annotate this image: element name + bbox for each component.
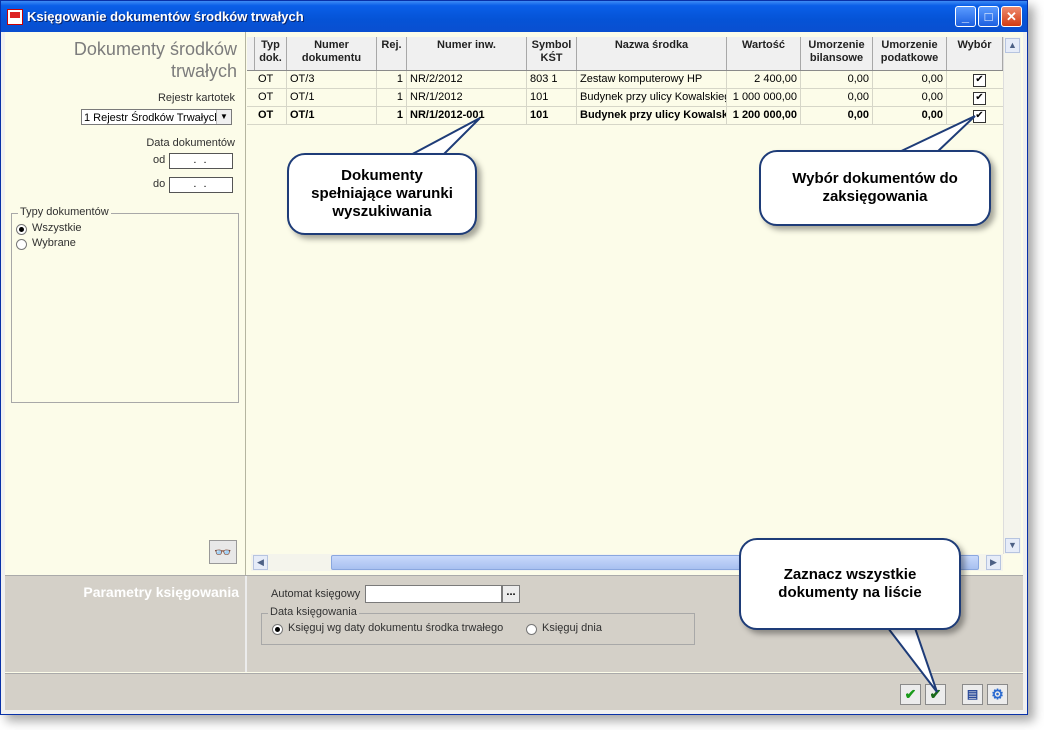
tail-select-docs (894, 115, 976, 155)
tail-mark-all (885, 627, 938, 693)
callout-select-docs: Wybór dokumentów do zaksięgowania (759, 150, 991, 226)
callout-mark-all: Zaznacz wszystkie dokumenty na liście (739, 538, 961, 630)
tail-found-docs (404, 117, 481, 159)
callout-found-docs: Dokumenty spełniające warunki wyszukiwan… (287, 153, 477, 235)
